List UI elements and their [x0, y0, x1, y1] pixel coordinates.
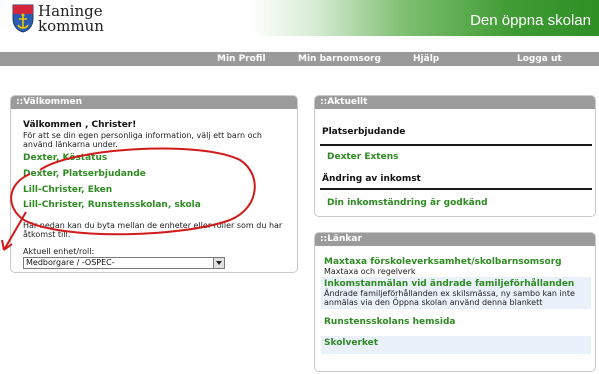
link-inkomstanmalan[interactable]: Inkomstanmälan vid ändrade familjeförhål… — [324, 279, 588, 289]
welcome-panel: ::Välkommen Välkommen , Christer! För at… — [10, 95, 298, 273]
news-section-title: Platserbjudande — [322, 127, 406, 137]
site-title: Den öppna skolan — [470, 12, 591, 29]
welcome-greeting: Välkommen , Christer! — [23, 120, 137, 130]
nav-label: Min barnomsorg — [298, 54, 381, 64]
link-block: Maxtaxa förskoleverksamhet/skolbarnsomso… — [321, 255, 591, 278]
news-link-dexter-extens[interactable]: Dexter Extens — [327, 152, 398, 162]
role-select[interactable]: Medborgare / -OSPEC- — [23, 257, 225, 269]
main-nav: Min Profil Min barnomsorg Hjälp Logga ut — [0, 48, 599, 66]
site-header: Haninge kommun Den öppna skolan — [0, 0, 599, 50]
nav-label: Logga ut — [517, 54, 562, 64]
nav-marker-icon — [424, 48, 429, 52]
header-banner: Den öppna skolan — [250, 0, 599, 36]
nav-label: Min Profil — [217, 54, 266, 64]
link-skolverket[interactable]: Skolverket — [324, 338, 588, 348]
brand-line-2: kommun — [38, 17, 104, 35]
link-block: Skolverket — [321, 336, 591, 354]
news-link-inkomstandring[interactable]: Din inkomständring är godkänd — [327, 198, 488, 208]
child-link-dexter-kostatus[interactable]: Dexter, Köstatus — [23, 153, 107, 163]
link-maxtaxa[interactable]: Maxtaxa förskoleverksamhet/skolbarnsomso… — [324, 257, 588, 267]
child-link-lill-christer-eken[interactable]: Lill-Christer, Eken — [23, 185, 112, 195]
chevron-down-icon[interactable] — [213, 258, 224, 268]
nav-min-profil[interactable]: Min Profil — [217, 48, 266, 65]
welcome-intro: För att se din egen personliga informati… — [23, 131, 262, 149]
nav-marker-icon — [337, 48, 342, 52]
news-section-title: Ändring av inkomst — [322, 174, 421, 184]
brand-name[interactable]: Haninge kommun — [38, 4, 104, 34]
welcome-panel-heading: ::Välkommen — [11, 96, 297, 109]
link-block: Runstensskolans hemsida — [321, 315, 591, 329]
link-block: Inkomstanmälan vid ändrade familjeförhål… — [321, 277, 591, 309]
role-switch-text: Här nedan kan du byta mellan de enheter … — [23, 221, 283, 239]
links-panel-heading: ::Länkar — [315, 233, 595, 246]
section-divider — [320, 144, 592, 146]
section-divider — [320, 188, 592, 190]
child-link-lill-christer-runstensskolan[interactable]: Lill-Christer, Runstensskolan, skola — [23, 200, 201, 210]
coat-of-arms-icon — [12, 4, 34, 33]
nav-marker-icon — [239, 48, 244, 52]
news-panel: ::Aktuellt Platserbjudande Dexter Extens… — [314, 95, 596, 217]
child-link-dexter-platserbjudande[interactable]: Dexter, Platserbjudande — [23, 169, 146, 179]
role-label: Aktuell enhet/roll: — [23, 247, 95, 256]
nav-label: Hjälp — [413, 54, 440, 64]
link-runstensskolan[interactable]: Runstensskolans hemsida — [324, 317, 588, 327]
role-select-value: Medborgare / -OSPEC- — [26, 258, 115, 267]
nav-min-barnomsorg[interactable]: Min barnomsorg — [298, 48, 381, 65]
link-description: Maxtaxa och regelverk — [324, 267, 416, 276]
links-panel: ::Länkar Maxtaxa förskoleverksamhet/skol… — [314, 232, 596, 372]
nav-hjalp[interactable]: Hjälp — [413, 48, 440, 65]
link-description: Ändrade familjeförhållanden ex skilsmäss… — [324, 289, 575, 307]
nav-logga-ut[interactable]: Logga ut — [517, 48, 562, 65]
nav-marker-icon — [537, 48, 542, 52]
news-panel-heading: ::Aktuellt — [315, 96, 595, 109]
